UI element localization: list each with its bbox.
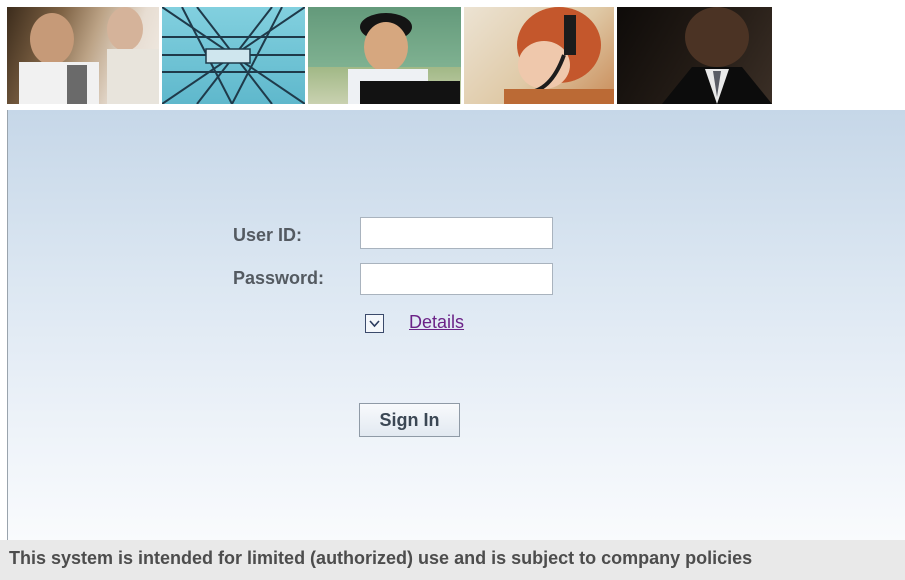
user-id-input[interactable] [360,217,553,249]
password-input[interactable] [360,263,553,295]
banner-photo-man-at-computer [308,7,461,104]
banner-photo-transmission-tower [162,7,305,104]
details-expand-button[interactable] [365,314,384,333]
banner-photo-headset-operator [464,7,614,104]
banner-photo-business-meeting [7,7,159,104]
footer-bar: This system is intended for limited (aut… [0,540,905,580]
details-link[interactable]: Details [409,312,464,333]
footer-notice: This system is intended for limited (aut… [9,548,753,568]
password-label: Password: [233,268,325,288]
chevron-down-icon [369,320,380,328]
header-banner [7,7,775,104]
user-id-label: User ID: [233,225,303,245]
sign-in-button[interactable]: Sign In [359,403,460,437]
banner-photo-businessman [617,7,772,104]
